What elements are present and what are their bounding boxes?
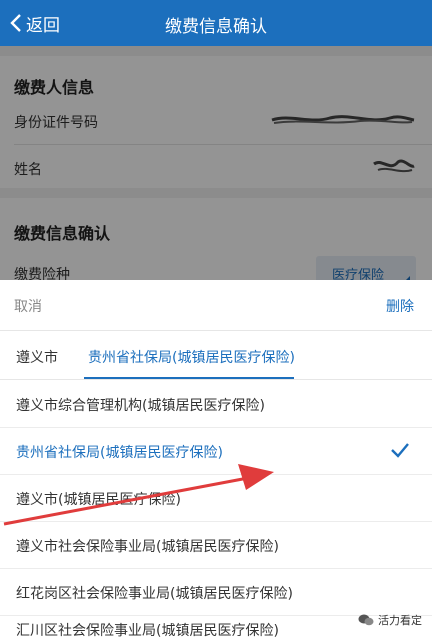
tab-city[interactable]: 遵义市 [16,347,58,367]
sheet-header-divider [0,330,432,331]
option-item[interactable]: 遵义市社会保险事业局(城镇居民医疗保险) [0,522,432,569]
cancel-button[interactable]: 取消 [14,296,42,316]
checkmark-icon [391,443,409,458]
agency-picker-sheet: 取消 删除 遵义市 贵州省社保局(城镇居民医疗保险) 遵义市综合管理机构(城镇居… [0,280,432,638]
tab-agency[interactable]: 贵州省社保局(城镇居民医疗保险) [88,347,295,367]
page-title: 缴费信息确认 [165,17,267,37]
watermark-text: 活力看定 [378,614,422,627]
delete-button[interactable]: 删除 [386,296,414,316]
top-navigation-bar: 返回 缴费信息确认 [0,0,432,46]
option-item[interactable]: 遵义市(城镇居民医疗保险) [0,475,432,522]
option-item-selected[interactable]: 贵州省社保局(城镇居民医疗保险) [0,428,432,475]
option-label: 红花岗区社会保险事业局(城镇居民医疗保险) [16,586,293,602]
option-item[interactable]: 红花岗区社会保险事业局(城镇居民医疗保险) [0,569,432,616]
option-label: 汇川区社会保险事业局(城镇居民医疗保险) [16,623,279,638]
option-label: 遵义市综合管理机构(城镇居民医疗保险) [16,398,265,414]
source-watermark: 活力看定 [358,612,422,628]
option-label: 遵义市社会保险事业局(城镇居民医疗保险) [16,539,279,555]
wechat-icon [358,614,374,626]
option-label: 贵州省社保局(城镇居民医疗保险) [16,445,223,461]
option-item[interactable]: 遵义市综合管理机构(城镇居民医疗保险) [0,381,432,428]
tabs-divider [0,379,432,380]
modal-overlay[interactable] [0,46,432,308]
option-label: 遵义市(城镇居民医疗保险) [16,492,181,508]
